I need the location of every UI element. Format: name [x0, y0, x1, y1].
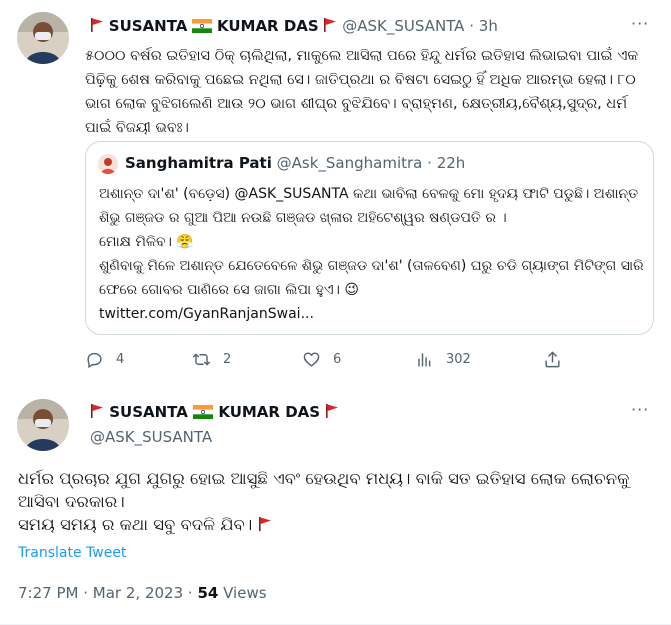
red-flag-icon: [90, 17, 104, 37]
author-name-2[interactable]: KUMAR DAS: [217, 17, 319, 35]
author-name[interactable]: SUSANTA: [109, 17, 188, 35]
quoted-tweet[interactable]: Sanghamitra Pati @Ask_Sanghamitra · 22h …: [85, 141, 654, 335]
separator-dot: ·: [427, 154, 432, 172]
separator-dot: ·: [187, 584, 193, 602]
views-icon: [418, 353, 431, 367]
tweet-author-row: SUSANTA KUMAR DAS: [90, 403, 339, 423]
retweet-icon: [192, 353, 211, 366]
separator-dot: ·: [83, 584, 89, 602]
red-flag-icon: [258, 515, 272, 538]
more-options-icon[interactable]: ···: [631, 14, 649, 33]
tweet-timestamp: 7:27 PM · Mar 2, 2023 · 54 Views: [18, 584, 267, 602]
tweet-text: ୫୦୦୦ ବର୍ଷର ଇତିହାସ ଠିକ୍ ଚାଲିଥିଲା, ମାକୁଲେ …: [85, 48, 639, 136]
tweet-date[interactable]: Mar 2, 2023: [93, 584, 183, 602]
india-flag-icon: [193, 405, 214, 423]
tweet-author-row: SUSANTA KUMAR DAS @ASK_SUSANTA · 3h: [90, 17, 498, 37]
retweet-count: 2: [223, 352, 232, 367]
share-button[interactable]: [543, 350, 562, 369]
quoted-text-line: ଶୁଣିବାକୁ ମିଳେ ଅଶାନ୍ତ ଯେତେବେଳେ ଶିଭୁ ଗଞ୍ଜଡ…: [99, 258, 644, 298]
tweet-actions: 4 2 6 302: [85, 350, 565, 374]
translate-tweet-link[interactable]: Translate Tweet: [18, 545, 126, 561]
views-count: 54: [197, 584, 219, 602]
quoted-author-name: Sanghamitra Pati: [125, 154, 272, 172]
retweet-button[interactable]: 2: [192, 350, 231, 369]
author-name-2[interactable]: KUMAR DAS: [218, 403, 320, 421]
share-icon: [545, 351, 560, 368]
author-handle[interactable]: @ASK_SUSANTA: [342, 17, 464, 35]
tweet-time[interactable]: 3h: [479, 17, 498, 35]
tweet-text-line: ଧର୍ମର ପ୍ରଚାର ଯୁଗ ଯୁଗରୁ ହୋଇ ଆସୁଛି ଏବଂ ହେଉ…: [18, 469, 630, 511]
reply-icon: [87, 352, 102, 368]
reply-button[interactable]: 4: [85, 350, 124, 369]
views-button[interactable]: 302: [415, 350, 471, 369]
author-name[interactable]: SUSANTA: [109, 403, 188, 421]
tweet-text-line: ସମୟ ସମୟ ର କଥା ସବୁ ବଦଳି ଯିବ।: [18, 515, 253, 534]
quoted-tweet-text: ଅଶାନ୍ତ ଦା'ଶ' (ବଡ଼େସ) @ASK_SUSANTA କଥା ଭା…: [99, 182, 644, 326]
quoted-tweet-time: 22h: [436, 154, 466, 172]
red-flag-icon: [90, 403, 104, 423]
angry-face-emoji: 😤: [176, 234, 194, 250]
quoted-avatar: [98, 154, 118, 174]
separator-dot: ·: [469, 17, 474, 35]
views-label: Views: [223, 584, 267, 602]
quoted-text-line: ଅଶାନ୍ତ ଦା'ଶ' (ବଡ଼େସ) @ASK_SUSANTA କଥା ଭା…: [99, 186, 639, 226]
tweet-time[interactable]: 7:27 PM: [18, 584, 78, 602]
quoted-link[interactable]: twitter.com/GyanRanjanSwai...: [99, 306, 314, 322]
india-flag-icon: [192, 19, 213, 37]
more-options-icon[interactable]: ···: [631, 400, 649, 419]
quoted-text-line: ମୋକ୍ଷ ମିଳିବ।: [99, 234, 172, 250]
tweet-text: ଧର୍ମର ପ୍ରଚାର ଯୁଗ ଯୁଗରୁ ହୋଇ ଆସୁଛି ଏବଂ ହେଉ…: [18, 467, 658, 538]
like-count: 6: [333, 352, 342, 367]
quoted-author-row: Sanghamitra Pati @Ask_Sanghamitra · 22h: [125, 154, 465, 172]
views-count: 302: [446, 352, 471, 367]
avatar[interactable]: [17, 12, 69, 64]
avatar[interactable]: [17, 399, 69, 451]
red-flag-icon: [323, 17, 337, 37]
reply-count: 4: [116, 352, 125, 367]
winking-face-emoji: 😉: [344, 282, 359, 298]
heart-icon: [303, 352, 320, 367]
author-handle[interactable]: @ASK_SUSANTA: [90, 428, 212, 446]
red-flag-icon: [325, 403, 339, 423]
like-button[interactable]: 6: [302, 350, 341, 369]
quoted-author-handle: @Ask_Sanghamitra: [276, 154, 423, 172]
